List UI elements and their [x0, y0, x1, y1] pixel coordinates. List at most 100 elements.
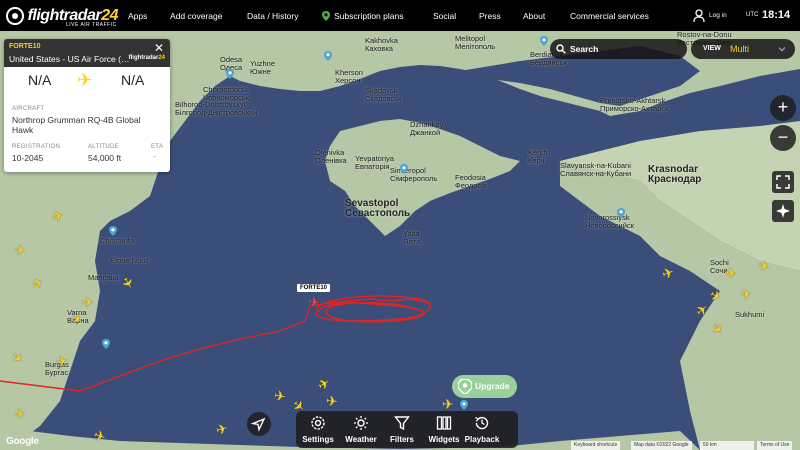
- place-eforie: Eforie Nord: [110, 256, 148, 265]
- filters-button[interactable]: Filters: [380, 411, 424, 448]
- aircraft-marker-icon[interactable]: ✈: [725, 266, 737, 280]
- origin-code: N/A: [28, 72, 52, 88]
- upgrade-label: Upgrade: [475, 381, 510, 391]
- settings-button[interactable]: Settings: [296, 411, 340, 448]
- flight-info-header: FORTE10 United States - US Air Force (… …: [4, 39, 170, 67]
- aircraft-options-icon: [776, 204, 790, 218]
- aircraft-marker-icon[interactable]: ✈: [325, 393, 338, 410]
- selected-flight-tag[interactable]: FORTE10: [297, 284, 331, 292]
- aircraft-marker-icon[interactable]: ✈: [13, 241, 27, 259]
- nav-subscription-plans[interactable]: Subscription plans: [322, 11, 403, 21]
- fr24-logo[interactable]: flightradar24 LIVE AIR TRAFFIC: [6, 0, 118, 31]
- timezone-label: UTC: [746, 12, 759, 18]
- airport-pin-icon[interactable]: [324, 51, 332, 61]
- zoom-in-button[interactable]: +: [770, 95, 796, 121]
- selected-aircraft-icon[interactable]: ✈: [307, 293, 321, 311]
- logo-icon: [6, 6, 24, 25]
- aircraft-marker-icon[interactable]: ✈: [55, 352, 69, 370]
- scale-bar: 50 km: [700, 441, 754, 450]
- upgrade-button[interactable]: Upgrade: [452, 375, 517, 398]
- eta-label: ETA: [151, 144, 164, 150]
- aircraft-marker-icon[interactable]: ✈: [442, 397, 454, 411]
- nav-commercial-services[interactable]: Commercial services: [570, 11, 649, 21]
- aircraft-marker-icon[interactable]: ✈: [13, 406, 26, 423]
- airport-pin-icon[interactable]: [102, 339, 110, 349]
- close-icon[interactable]: ✕: [154, 41, 164, 55]
- place-primorsko: Primorsko-Akhtarsk Приморско-Ахтарск: [600, 96, 669, 113]
- place-novorossiysk: Novorossiysk Новороссийск: [585, 213, 634, 230]
- navigation-arrow-icon: [250, 417, 266, 432]
- search-box[interactable]: Search: [550, 39, 687, 59]
- airport-pin-icon[interactable]: [400, 164, 408, 174]
- login-link[interactable]: Log in: [709, 12, 727, 19]
- operator-name[interactable]: United States - US Air Force (…: [9, 54, 129, 64]
- aircraft-marker-icon[interactable]: ✈: [273, 387, 287, 405]
- gear-icon: [311, 416, 325, 430]
- clock: 18:14: [762, 9, 791, 21]
- route-plane-icon: ✈: [77, 70, 93, 90]
- widgets-icon: [436, 416, 452, 430]
- nav-about[interactable]: About: [523, 11, 545, 21]
- airport-pin-icon[interactable]: [617, 208, 625, 218]
- registration-value: 10-2045: [12, 153, 44, 163]
- google-logo[interactable]: Google: [6, 436, 39, 447]
- airport-pin-icon[interactable]: [460, 400, 468, 410]
- place-dzhankoy: Dzhankoy Джанкой: [410, 120, 444, 137]
- keyboard-shortcuts-link[interactable]: Keyboard shortcuts: [571, 441, 621, 450]
- place-feodosia: Feodosia Феодосія: [455, 173, 487, 190]
- place-mangalia: Mangalia: [88, 273, 119, 282]
- filter-icon: [394, 416, 410, 431]
- settings-label: Settings: [302, 435, 334, 444]
- aircraft-type: Northrop Grumman RQ-4B Global Hawk: [12, 115, 141, 135]
- search-icon: [556, 44, 566, 54]
- playback-button[interactable]: Playback: [460, 411, 504, 448]
- search-label: Search: [570, 44, 599, 54]
- altitude-label: ALTITUDE: [88, 144, 119, 150]
- fullscreen-button[interactable]: [772, 171, 794, 193]
- chevron-down-icon: [778, 47, 786, 52]
- view-selector[interactable]: VIEW Multi: [691, 39, 795, 59]
- nav-data-history[interactable]: Data / History: [247, 11, 299, 21]
- airport-pin-icon[interactable]: [540, 36, 548, 46]
- top-nav: flightradar24 LIVE AIR TRAFFIC Apps Add …: [0, 0, 800, 31]
- nav-subscription-label: Subscription plans: [334, 11, 404, 21]
- bottom-toolbar: Settings Weather Filters Widgets Playbac…: [296, 411, 518, 448]
- map-options-button[interactable]: [772, 200, 794, 222]
- weather-button[interactable]: Weather: [339, 411, 383, 448]
- destination-code: N/A: [121, 72, 145, 88]
- callsign: FORTE10: [9, 43, 41, 50]
- registration-label: REGISTRATION: [12, 144, 61, 150]
- nav-add-coverage[interactable]: Add coverage: [170, 11, 222, 21]
- airport-pin-icon[interactable]: [109, 226, 117, 236]
- locate-me-button[interactable]: [247, 412, 271, 436]
- place-bilhorod: Bilhorod-Dnistrovskyi Білгород-Дністровсь…: [175, 100, 258, 117]
- place-olenivka: Olenivka Оленівка: [315, 148, 347, 165]
- fr24-mini-logo: flightradar24: [128, 55, 165, 61]
- aircraft-marker-icon[interactable]: ✈: [739, 285, 753, 303]
- place-yevpatoriya: Yevpatoriya Евпаторія: [355, 154, 394, 171]
- nav-social[interactable]: Social: [433, 11, 456, 21]
- user-icon[interactable]: [693, 9, 705, 22]
- view-value: Multi: [730, 44, 750, 54]
- terms-link[interactable]: Terms of Use: [757, 441, 793, 450]
- weather-sun-icon: [354, 416, 368, 430]
- location-pin-icon: [322, 11, 330, 21]
- aircraft-label: AIRCRAFT: [12, 106, 45, 112]
- place-melitopol: Melitopol Мелітополь: [455, 34, 496, 51]
- place-yuzhne: Yuzhne Южне: [250, 59, 276, 76]
- history-clock-icon: [475, 416, 489, 430]
- place-sukhumi: Sukhumi: [735, 310, 765, 319]
- altitude-value: 54,000 ft: [88, 153, 122, 163]
- map-data-attribution[interactable]: Map data ©2022 Google: [631, 441, 692, 450]
- place-slavyansk: Slavyansk-na-Kubani Славянск-на-Кубани: [560, 161, 632, 178]
- weather-label: Weather: [345, 435, 377, 444]
- nav-press[interactable]: Press: [479, 11, 501, 21]
- nav-apps[interactable]: Apps: [128, 11, 147, 21]
- place-kakhovka: Kakhovka Каховка: [365, 36, 398, 53]
- airport-pin-icon[interactable]: [226, 69, 234, 79]
- view-label: VIEW: [703, 45, 721, 52]
- aircraft-marker-icon[interactable]: ✈: [82, 295, 94, 309]
- place-simferopol: Simferopol Сімферополь: [390, 166, 438, 183]
- place-kerch: Kerch Керч: [528, 148, 548, 165]
- zoom-out-button[interactable]: −: [770, 125, 796, 151]
